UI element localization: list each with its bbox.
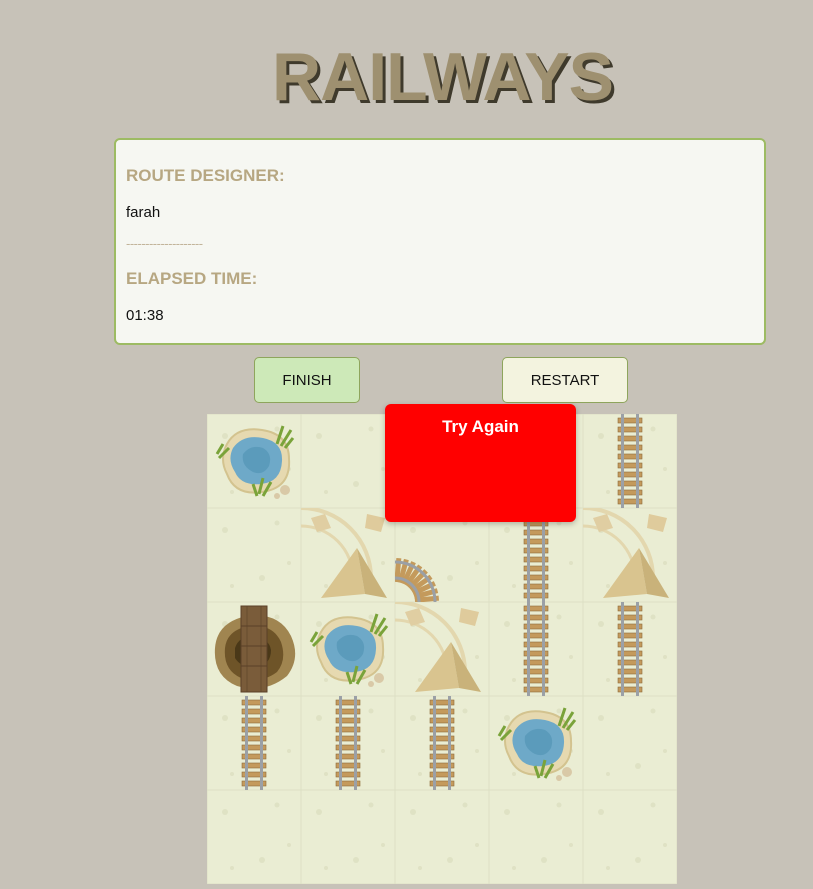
- board-cell-empty[interactable]: [300, 789, 396, 885]
- empty-tile-icon: [300, 413, 396, 509]
- board-cell-empty[interactable]: [394, 789, 490, 885]
- board-cell-straight-vertical[interactable]: [394, 695, 490, 791]
- designer-label: ROUTE DESIGNER:: [126, 166, 285, 185]
- board-cell-empty[interactable]: [206, 789, 302, 885]
- restart-button[interactable]: RESTART: [502, 357, 628, 403]
- empty-tile-icon: [206, 789, 302, 885]
- board-cell-bridge[interactable]: [206, 601, 302, 697]
- mountain-tile-icon: [300, 506, 396, 603]
- empty-tile-icon: [206, 507, 302, 603]
- info-panel: ROUTE DESIGNER: farah ------------------…: [114, 138, 766, 345]
- straight-vertical-tile-icon: [582, 413, 678, 509]
- mountain-tile-icon: [394, 600, 490, 697]
- finish-button[interactable]: FINISH: [254, 357, 360, 403]
- designer-name: farah: [126, 204, 161, 221]
- straight-vertical-tile-icon: [488, 507, 584, 603]
- empty-tile-icon: [582, 789, 678, 885]
- straight-vertical-tile-icon: [488, 601, 584, 697]
- straight-vertical-tile-icon: [582, 601, 678, 697]
- board-cell-straight-vertical[interactable]: [206, 695, 302, 791]
- straight-vertical-tile-icon: [394, 695, 490, 791]
- oasis-tile-icon: [206, 413, 302, 509]
- try-again-popup: Try Again: [385, 404, 576, 522]
- popup-message: Try Again: [442, 417, 519, 436]
- board-cell-mountain[interactable]: [394, 600, 490, 697]
- board-cell-mountain[interactable]: [300, 506, 396, 603]
- board-cell-oasis[interactable]: [300, 601, 396, 697]
- board-cell-straight-vertical[interactable]: [488, 507, 584, 603]
- straight-vertical-tile-icon: [300, 695, 396, 791]
- game-title: RAILWAYS: [272, 39, 614, 115]
- oasis-tile-icon: [300, 601, 396, 697]
- empty-tile-icon: [300, 789, 396, 885]
- board-cell-straight-vertical[interactable]: [488, 601, 584, 697]
- board-cell-straight-vertical[interactable]: [300, 695, 396, 791]
- bridge-tile-icon: [206, 601, 302, 697]
- board-cell-mountain[interactable]: [582, 506, 678, 603]
- board-cell-empty[interactable]: [206, 507, 302, 603]
- curve-tile-icon: [394, 507, 490, 603]
- mountain-tile-icon: [582, 506, 678, 603]
- board-cell-oasis[interactable]: [206, 413, 302, 509]
- board-cell-empty[interactable]: [488, 789, 584, 885]
- elapsed-time-label: ELAPSED TIME:: [126, 269, 258, 288]
- board-cell-empty[interactable]: [582, 789, 678, 885]
- elapsed-time-value: 01:38: [126, 307, 164, 324]
- board-cell-empty[interactable]: [582, 695, 678, 791]
- straight-vertical-tile-icon: [206, 695, 302, 791]
- empty-tile-icon: [582, 695, 678, 791]
- empty-tile-icon: [488, 789, 584, 885]
- empty-tile-icon: [394, 789, 490, 885]
- info-separator: --------------------: [126, 236, 203, 251]
- board-cell-curve[interactable]: [394, 507, 490, 603]
- board-cell-straight-vertical[interactable]: [582, 601, 678, 697]
- board-cell-oasis[interactable]: [488, 695, 584, 791]
- board-cell-straight-vertical[interactable]: [582, 413, 678, 509]
- oasis-tile-icon: [488, 695, 584, 791]
- board-cell-empty[interactable]: [300, 413, 396, 509]
